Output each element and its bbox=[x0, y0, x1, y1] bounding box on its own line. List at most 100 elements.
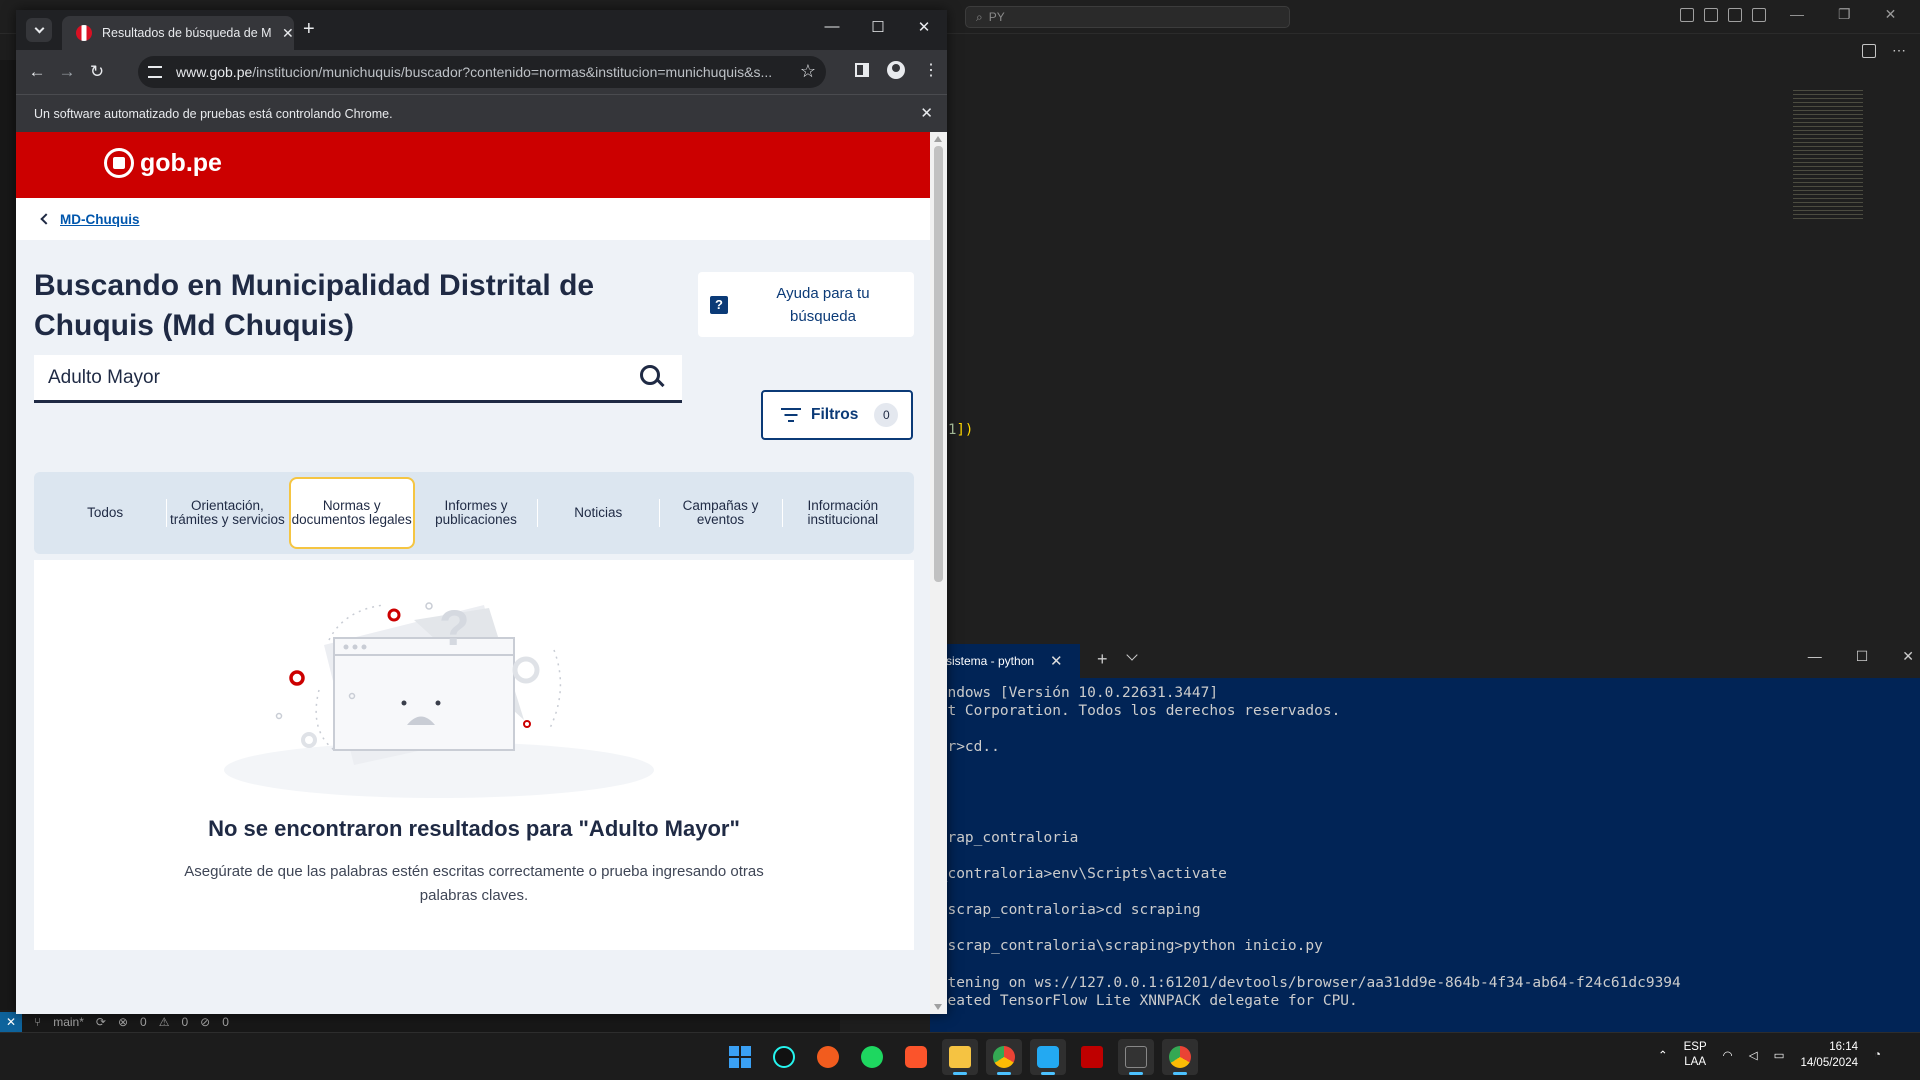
branch-icon[interactable]: ⑂ bbox=[34, 1015, 41, 1029]
tiktok-app[interactable] bbox=[766, 1039, 802, 1075]
spotify-icon bbox=[861, 1046, 883, 1068]
terminal-line: ser>cd.. bbox=[930, 739, 1000, 756]
filters-button[interactable]: Filtros 0 bbox=[761, 390, 913, 440]
start-button[interactable] bbox=[722, 1039, 758, 1075]
vscode-window-controls: — ❐ ✕ bbox=[1790, 6, 1896, 23]
toggle-secondary-sidebar-icon[interactable] bbox=[1728, 8, 1742, 22]
brave-origin-app[interactable] bbox=[810, 1039, 846, 1075]
activity-bar bbox=[0, 60, 16, 1010]
close-icon[interactable]: ✕ bbox=[1902, 648, 1914, 665]
file-explorer-app[interactable] bbox=[942, 1039, 978, 1075]
close-icon[interactable]: ✕ bbox=[1885, 6, 1897, 23]
vscode-search-placeholder: PY bbox=[988, 10, 1005, 24]
close-tab-icon[interactable]: ✕ bbox=[282, 25, 294, 42]
errors-icon[interactable]: ⊗ bbox=[118, 1015, 128, 1029]
vscode-command-search[interactable]: ⌕ PY bbox=[965, 6, 1290, 28]
terminal-line: oft Corporation. Todos los derechos rese… bbox=[930, 703, 1341, 720]
search-icon[interactable] bbox=[638, 363, 668, 393]
chrome-app[interactable] bbox=[1162, 1039, 1198, 1075]
ports-icon[interactable]: ⊘ bbox=[200, 1015, 210, 1029]
language-indicator[interactable]: ESP LAA bbox=[1684, 1040, 1707, 1070]
reload-icon[interactable]: ↻ bbox=[86, 62, 108, 82]
scroll-thumb[interactable] bbox=[934, 146, 943, 582]
browser-tab[interactable]: Resultados de búsqueda de Municipalidad … bbox=[62, 16, 294, 50]
logo-text: gob.pe bbox=[140, 148, 222, 177]
new-tab-icon[interactable]: + bbox=[303, 18, 315, 41]
url-host: www.gob.pe bbox=[176, 64, 253, 80]
content-tab[interactable]: Noticias bbox=[537, 483, 659, 543]
scroll-up-icon[interactable] bbox=[934, 136, 942, 142]
minimize-icon[interactable]: — bbox=[809, 18, 855, 36]
minimap[interactable] bbox=[1793, 90, 1863, 220]
maximize-icon[interactable]: ❐ bbox=[1838, 6, 1851, 23]
warnings-icon[interactable]: ⚠ bbox=[159, 1015, 170, 1029]
terminal-app[interactable] bbox=[1118, 1039, 1154, 1075]
toggle-sidebar-icon[interactable] bbox=[1680, 8, 1694, 22]
profile-avatar-icon[interactable] bbox=[887, 61, 905, 79]
side-panel-icon[interactable] bbox=[855, 63, 869, 77]
content-tab[interactable]: Normas y documentos legales bbox=[288, 477, 415, 549]
content-tab[interactable]: Todos bbox=[44, 483, 166, 543]
tab-search-button[interactable] bbox=[26, 18, 52, 42]
scroll-down-icon[interactable] bbox=[934, 1004, 942, 1010]
language-code: ESP bbox=[1683, 1041, 1707, 1053]
wifi-icon[interactable]: ◠ bbox=[1723, 1048, 1733, 1062]
bookmark-star-icon[interactable]: ☆ bbox=[800, 61, 816, 82]
content-tab[interactable]: Campañas y eventos bbox=[659, 483, 781, 543]
help-button[interactable]: ? Ayuda para tu búsqueda bbox=[698, 272, 914, 337]
more-actions-icon[interactable]: ⋯ bbox=[1892, 42, 1906, 59]
terminal-tab[interactable]: sistema - python ✕ bbox=[930, 644, 1080, 678]
clock[interactable]: 16:14 14/05/2024 bbox=[1800, 1039, 1858, 1071]
minimize-icon[interactable]: — bbox=[1790, 6, 1804, 23]
breadcrumb-link[interactable]: MD-Chuquis bbox=[60, 212, 139, 227]
brave-app[interactable] bbox=[898, 1039, 934, 1075]
chrome-profile-app[interactable] bbox=[986, 1039, 1022, 1075]
ports-count[interactable]: 0 bbox=[222, 1015, 229, 1029]
tab-strip: Resultados de búsqueda de Municipalidad … bbox=[16, 10, 947, 50]
page-scrollbar[interactable] bbox=[930, 132, 947, 1014]
battery-icon[interactable]: ▭ bbox=[1774, 1048, 1785, 1062]
new-tab-icon[interactable]: + bbox=[1097, 649, 1108, 670]
terminal-output[interactable]: Windows [Versión 10.0.22631.3447] oft Cor… bbox=[930, 684, 1681, 1010]
search-value[interactable]: Adulto Mayor bbox=[48, 367, 638, 389]
content-tab[interactable]: Información institucional bbox=[781, 483, 904, 543]
maximize-icon[interactable]: ☐ bbox=[855, 18, 901, 36]
content-tab[interactable]: Informes y publicaciones bbox=[415, 483, 537, 543]
close-tab-icon[interactable]: ✕ bbox=[1050, 652, 1063, 670]
minimize-icon[interactable]: — bbox=[1808, 648, 1822, 665]
vscode-app[interactable] bbox=[1030, 1039, 1066, 1075]
filezilla-app[interactable] bbox=[1074, 1039, 1110, 1075]
chevron-up-icon[interactable]: ⌃ bbox=[1658, 1048, 1668, 1062]
chevron-left-icon[interactable] bbox=[40, 213, 52, 225]
chevron-down-icon[interactable] bbox=[1126, 649, 1138, 661]
site-info-icon[interactable] bbox=[148, 66, 162, 78]
content-tab[interactable]: Orientación, trámites y servicios bbox=[166, 483, 288, 543]
address-bar[interactable]: www.gob.pe/institucion/munichuquis/busca… bbox=[138, 56, 826, 88]
spotify-app[interactable] bbox=[854, 1039, 890, 1075]
url-text[interactable]: www.gob.pe/institucion/munichuquis/busca… bbox=[176, 64, 796, 80]
customize-layout-icon[interactable] bbox=[1752, 8, 1766, 22]
errors-count[interactable]: 0 bbox=[140, 1015, 147, 1029]
search-input[interactable]: Adulto Mayor bbox=[34, 355, 682, 403]
branch-name[interactable]: main* bbox=[53, 1015, 84, 1029]
terminal-window-controls: — ☐ ✕ bbox=[1808, 648, 1920, 665]
volume-icon[interactable]: ◁ bbox=[1749, 1048, 1758, 1062]
sync-icon[interactable]: ⟳ bbox=[96, 1015, 106, 1029]
back-arrow-icon[interactable]: ← bbox=[26, 62, 48, 82]
gob-pe-logo[interactable]: gob.pe bbox=[104, 148, 222, 178]
toggle-panel-icon[interactable] bbox=[1704, 8, 1718, 22]
more-menu-icon[interactable]: ⋮ bbox=[923, 60, 939, 80]
maximize-icon[interactable]: ☐ bbox=[1856, 648, 1869, 665]
code-bracket: ]) bbox=[956, 422, 974, 438]
close-icon[interactable]: ✕ bbox=[920, 104, 933, 122]
remote-icon[interactable]: ✕ bbox=[0, 1012, 22, 1032]
warnings-count[interactable]: 0 bbox=[181, 1015, 188, 1029]
notification-bell-icon[interactable]: ◔ bbox=[1874, 1049, 1881, 1061]
layout-controls bbox=[1680, 8, 1766, 22]
split-editor-icon[interactable] bbox=[1862, 44, 1876, 58]
forward-arrow-icon[interactable]: → bbox=[56, 62, 78, 82]
close-icon[interactable]: ✕ bbox=[901, 18, 947, 36]
